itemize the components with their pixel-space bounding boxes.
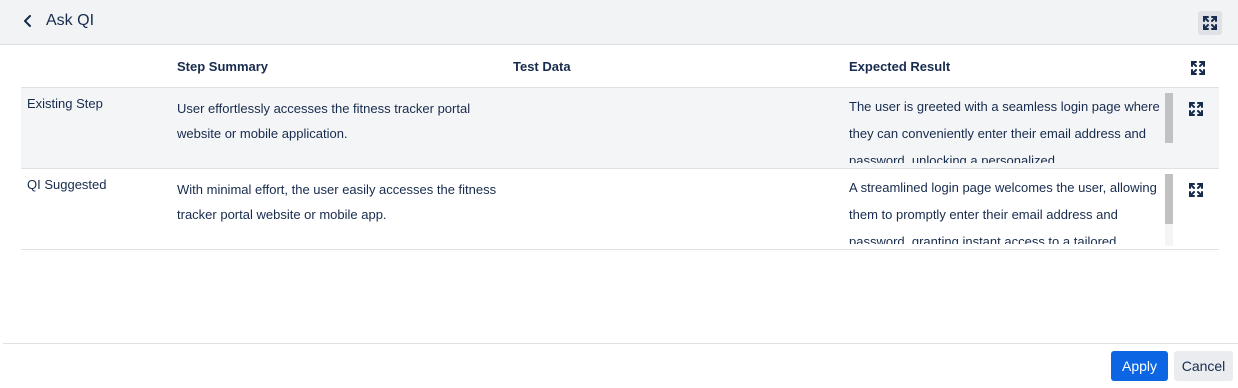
expected-result-text: A streamlined login page welcomes the us… xyxy=(849,180,1157,244)
step-summary-cell: User effortlessly accesses the fitness t… xyxy=(177,101,471,141)
expand-all-button[interactable] xyxy=(1189,59,1207,77)
scrollbar-thumb[interactable] xyxy=(1165,174,1173,224)
expand-icon xyxy=(1191,61,1205,75)
chevron-left-icon xyxy=(24,15,31,27)
footer-divider xyxy=(3,343,1238,344)
expand-icon xyxy=(1189,102,1203,116)
expected-result-text: The user is greeted with a seamless logi… xyxy=(849,99,1160,163)
column-header-step-summary: Step Summary xyxy=(177,59,269,74)
expected-result-cell[interactable]: A streamlined login page welcomes the us… xyxy=(849,174,1173,244)
back-button[interactable] xyxy=(18,10,38,32)
step-summary-cell: With minimal effort, the user easily acc… xyxy=(177,182,497,222)
fullscreen-button[interactable] xyxy=(1198,11,1222,35)
expected-result-cell[interactable]: The user is greeted with a seamless logi… xyxy=(849,93,1173,163)
table-row-qi-suggested: QI Suggested With minimal effort, the us… xyxy=(21,168,1219,250)
scrollbar-thumb[interactable] xyxy=(1165,93,1173,143)
column-header-expected-result: Expected Result xyxy=(849,59,951,74)
dialog-title: Ask QI xyxy=(46,12,95,29)
cancel-button[interactable]: Cancel xyxy=(1174,351,1233,381)
row-label: Existing Step xyxy=(27,96,103,111)
table-row-existing-step: Existing Step User effortlessly accesses… xyxy=(21,87,1219,168)
row-label: QI Suggested xyxy=(27,177,107,192)
dialog-header: Ask QI xyxy=(0,0,1238,45)
scrollbar[interactable] xyxy=(1165,93,1173,165)
row-expand-button[interactable] xyxy=(1187,181,1205,199)
expand-icon xyxy=(1189,183,1203,197)
scrollbar[interactable] xyxy=(1165,174,1173,246)
expand-icon xyxy=(1203,16,1217,30)
column-header-test-data: Test Data xyxy=(513,59,571,74)
row-expand-button[interactable] xyxy=(1187,100,1205,118)
apply-button[interactable]: Apply xyxy=(1111,351,1168,381)
